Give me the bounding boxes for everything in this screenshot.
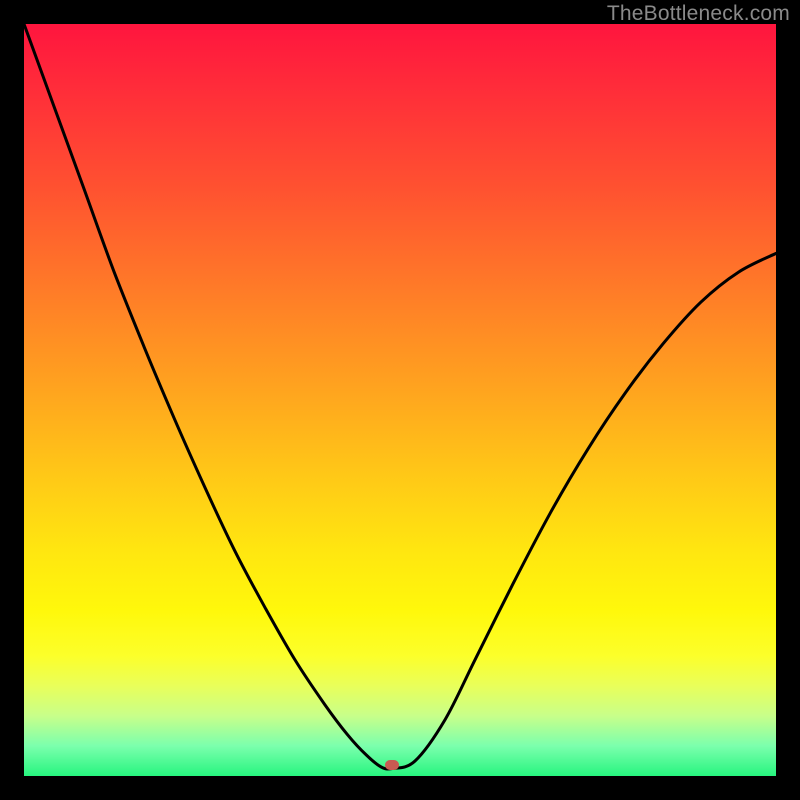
bottleneck-curve [24,24,776,776]
curve-path [24,24,776,769]
watermark-text: TheBottleneck.com [607,2,790,26]
optimal-marker [385,760,399,770]
plot-area [24,24,776,776]
chart-frame: TheBottleneck.com [0,0,800,800]
